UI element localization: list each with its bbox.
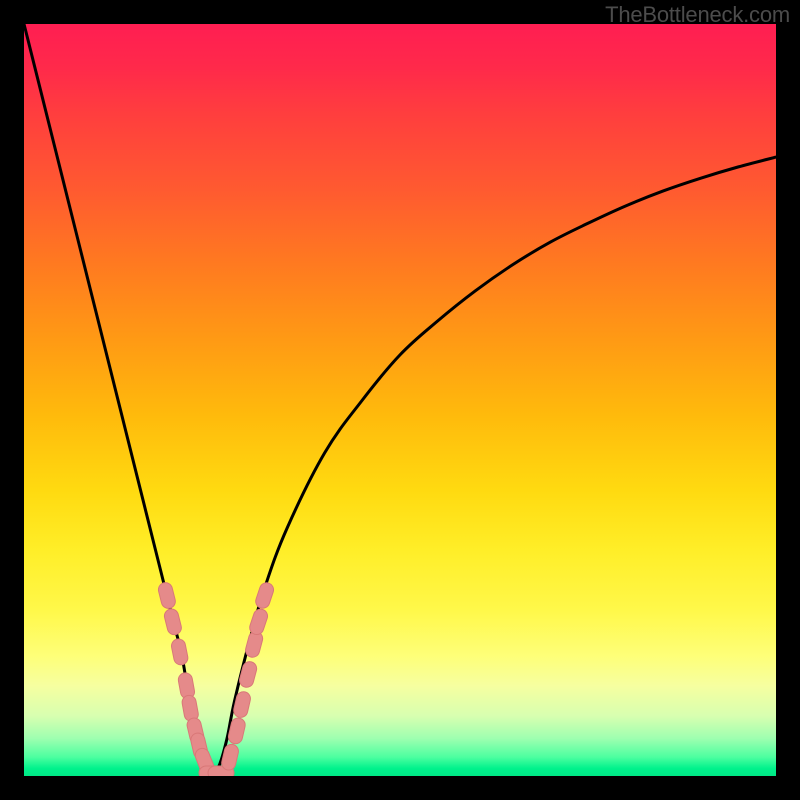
marker-pill — [254, 581, 275, 610]
marker-pill — [157, 581, 177, 610]
marker-pill — [170, 638, 189, 666]
curve-right-branch — [212, 157, 776, 776]
plot-area — [24, 24, 776, 776]
chart-svg — [24, 24, 776, 776]
marker-pill — [163, 608, 183, 637]
marker-pill — [220, 743, 240, 772]
outer-frame: TheBottleneck.com — [0, 0, 800, 800]
marker-pill — [248, 607, 269, 636]
marker-layer — [157, 581, 275, 776]
marker-pill — [238, 660, 258, 689]
curve-layer — [24, 24, 776, 776]
